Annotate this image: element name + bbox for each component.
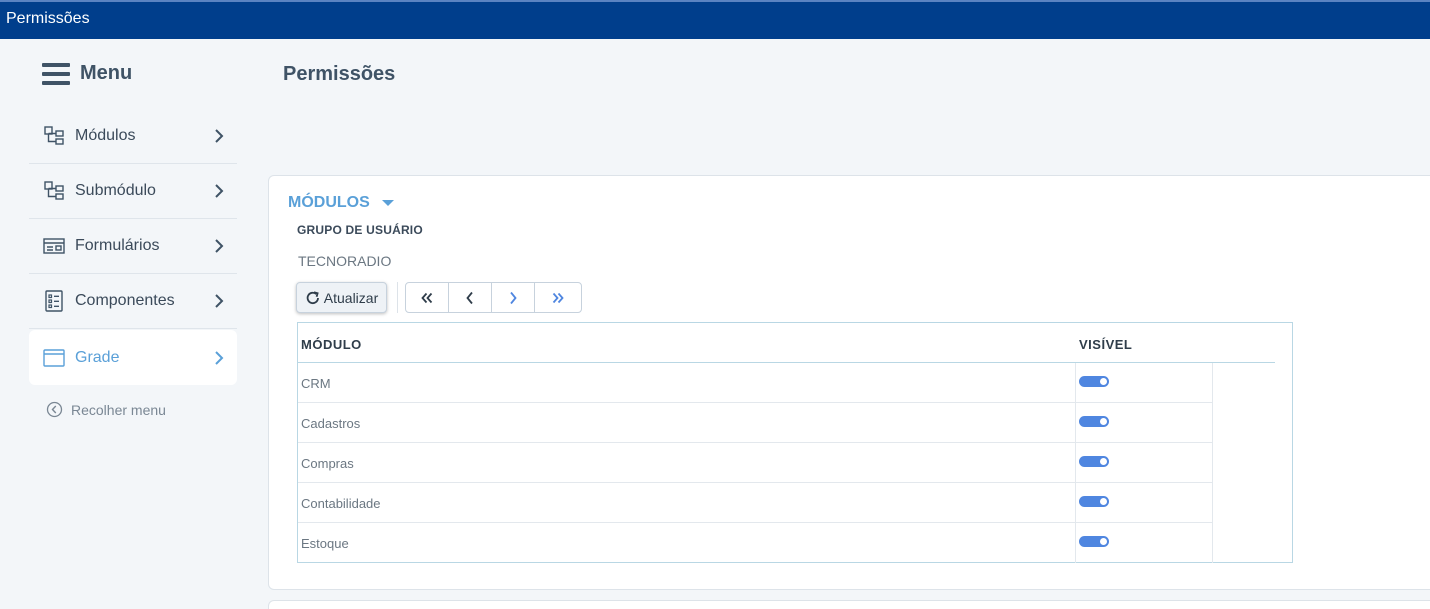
list-icon bbox=[45, 290, 63, 312]
hamburger-icon bbox=[42, 62, 70, 85]
double-chevron-left-icon bbox=[421, 292, 433, 303]
cell-divider bbox=[1212, 403, 1213, 443]
column-header-modulo[interactable]: MÓDULO bbox=[301, 337, 362, 352]
sidebar: Menu Módulos Submódulo Formulários Compo… bbox=[0, 39, 250, 609]
section-toggle[interactable]: MÓDULOS bbox=[288, 194, 394, 212]
next-panel bbox=[268, 600, 1430, 609]
sidebar-item-grade[interactable]: Grade bbox=[29, 330, 237, 385]
prev-page-button[interactable] bbox=[449, 283, 492, 312]
menu-label: Menu bbox=[80, 62, 133, 84]
menu-header[interactable]: Menu bbox=[42, 62, 132, 85]
visible-toggle[interactable] bbox=[1079, 456, 1109, 467]
last-page-button[interactable] bbox=[535, 283, 581, 312]
chevron-right-icon bbox=[215, 129, 224, 143]
tree-icon bbox=[44, 126, 64, 145]
table-row[interactable]: Contabilidade bbox=[298, 483, 1213, 523]
cell-divider bbox=[1075, 523, 1076, 563]
sidebar-item-label: Formulários bbox=[75, 237, 160, 254]
cell-divider bbox=[1212, 523, 1213, 563]
sidebar-item-modulos[interactable]: Módulos bbox=[29, 109, 237, 164]
modulos-grid: MÓDULO VISÍVEL CRM Cadastros Compras Con… bbox=[297, 322, 1293, 563]
window-title: Permissões bbox=[6, 10, 90, 27]
table-row[interactable]: Compras bbox=[298, 443, 1213, 483]
cell-divider bbox=[1075, 363, 1076, 403]
cell-modulo: Compras bbox=[301, 456, 354, 471]
refresh-icon bbox=[306, 290, 319, 304]
section-title: MÓDULOS bbox=[288, 194, 370, 211]
modulos-panel: MÓDULOS GRUPO DE USUÁRIO TECNORADIO Atua… bbox=[268, 175, 1430, 590]
cell-divider bbox=[1212, 483, 1213, 523]
visible-toggle[interactable] bbox=[1079, 536, 1109, 547]
cell-modulo: Cadastros bbox=[301, 416, 361, 431]
chevron-left-icon bbox=[466, 291, 473, 304]
table-row[interactable]: Estoque bbox=[298, 523, 1213, 563]
sidebar-item-label: Componentes bbox=[75, 292, 175, 309]
cell-divider bbox=[1212, 443, 1213, 483]
table-row[interactable]: Cadastros bbox=[298, 403, 1213, 443]
chevron-right-icon bbox=[215, 294, 224, 308]
grid-header: MÓDULO VISÍVEL bbox=[298, 323, 1275, 363]
chevron-right-icon bbox=[215, 184, 224, 198]
table-row[interactable]: CRM bbox=[298, 363, 1213, 403]
refresh-label: Atualizar bbox=[323, 289, 379, 306]
cell-divider bbox=[1075, 483, 1076, 523]
chevron-right-icon bbox=[215, 239, 224, 253]
pagination bbox=[405, 282, 582, 313]
chevron-right-icon bbox=[215, 350, 224, 365]
sidebar-item-label: Módulos bbox=[75, 127, 136, 144]
form-icon bbox=[43, 238, 65, 254]
visible-toggle[interactable] bbox=[1079, 376, 1109, 387]
cell-modulo: CRM bbox=[301, 376, 331, 391]
double-chevron-right-icon bbox=[552, 292, 564, 303]
sidebar-item-formularios[interactable]: Formulários bbox=[29, 219, 237, 274]
circle-chevron-left-icon bbox=[46, 401, 63, 418]
sidebar-item-label: Submódulo bbox=[75, 182, 156, 199]
page-title: Permissões bbox=[283, 63, 396, 85]
cell-modulo: Contabilidade bbox=[301, 496, 381, 511]
collapse-menu-button[interactable]: Recolher menu bbox=[46, 401, 166, 418]
tree-icon bbox=[44, 181, 64, 200]
first-page-button[interactable] bbox=[406, 283, 449, 312]
cell-modulo: Estoque bbox=[301, 536, 349, 551]
cell-divider bbox=[1212, 363, 1213, 403]
group-value: TECNORADIO bbox=[298, 253, 392, 269]
sidebar-item-componentes[interactable]: Componentes bbox=[29, 274, 237, 329]
caret-down-icon bbox=[381, 200, 394, 206]
window-icon bbox=[43, 348, 65, 367]
cell-divider bbox=[1075, 403, 1076, 443]
refresh-button[interactable]: Atualizar bbox=[296, 282, 387, 313]
sidebar-item-label: Grade bbox=[75, 348, 120, 366]
chevron-right-icon bbox=[510, 291, 517, 304]
collapse-menu-label: Recolher menu bbox=[71, 401, 166, 418]
next-page-button[interactable] bbox=[492, 283, 535, 312]
sidebar-item-submodulo[interactable]: Submódulo bbox=[29, 164, 237, 219]
group-label: GRUPO DE USUÁRIO bbox=[297, 223, 423, 237]
title-bar: Permissões bbox=[0, 0, 1430, 39]
toolbar-separator bbox=[397, 282, 398, 313]
column-header-visivel[interactable]: VISÍVEL bbox=[1079, 337, 1132, 352]
visible-toggle[interactable] bbox=[1079, 496, 1109, 507]
visible-toggle[interactable] bbox=[1079, 416, 1109, 427]
cell-divider bbox=[1075, 443, 1076, 483]
